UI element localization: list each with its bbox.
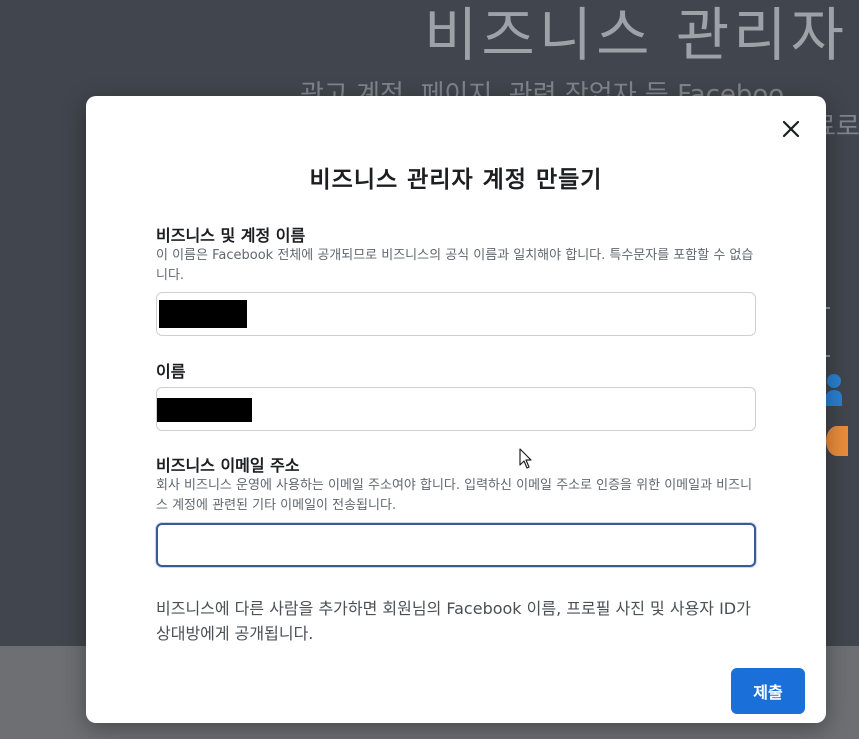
- business-name-label: 비즈니스 및 계정 이름: [156, 226, 306, 245]
- business-email-help: 회사 비즈니스 운영에 사용하는 이메일 주소여야 합니다. 입력하신 이메일 …: [156, 478, 753, 513]
- business-name-input-box: [156, 292, 756, 336]
- dialog-title: 비즈니스 관리자 계정 만들기: [309, 167, 603, 193]
- mouse-cursor-icon: [519, 448, 532, 469]
- background-hero-title: 비즈니스 관리자: [424, 1, 848, 69]
- business-email-label: 비즈니스 이메일 주소: [156, 456, 300, 475]
- redacted-value: [157, 398, 252, 422]
- business-name-help: 이 이름은 Facebook 전체에 공개되므로 비즈니스의 공식 이름과 일치…: [156, 248, 754, 283]
- close-icon: [782, 120, 800, 138]
- redacted-value: [159, 300, 247, 328]
- create-business-account-dialog: 비즈니스 관리자 계정 만들기 비즈니스 및 계정 이름 이 이름은 Faceb…: [86, 96, 826, 723]
- privacy-notice: 비즈니스에 다른 사람을 추가하면 회원님의 Facebook 이름, 프로필 …: [156, 599, 751, 643]
- business-email-input[interactable]: [158, 525, 754, 565]
- name-label: 이름: [156, 362, 186, 381]
- close-button[interactable]: [778, 116, 804, 142]
- business-email-input-box: [156, 523, 756, 567]
- submit-button[interactable]: 제출: [731, 668, 805, 714]
- name-input-box: [156, 387, 756, 431]
- background-orange-shape: [826, 426, 848, 456]
